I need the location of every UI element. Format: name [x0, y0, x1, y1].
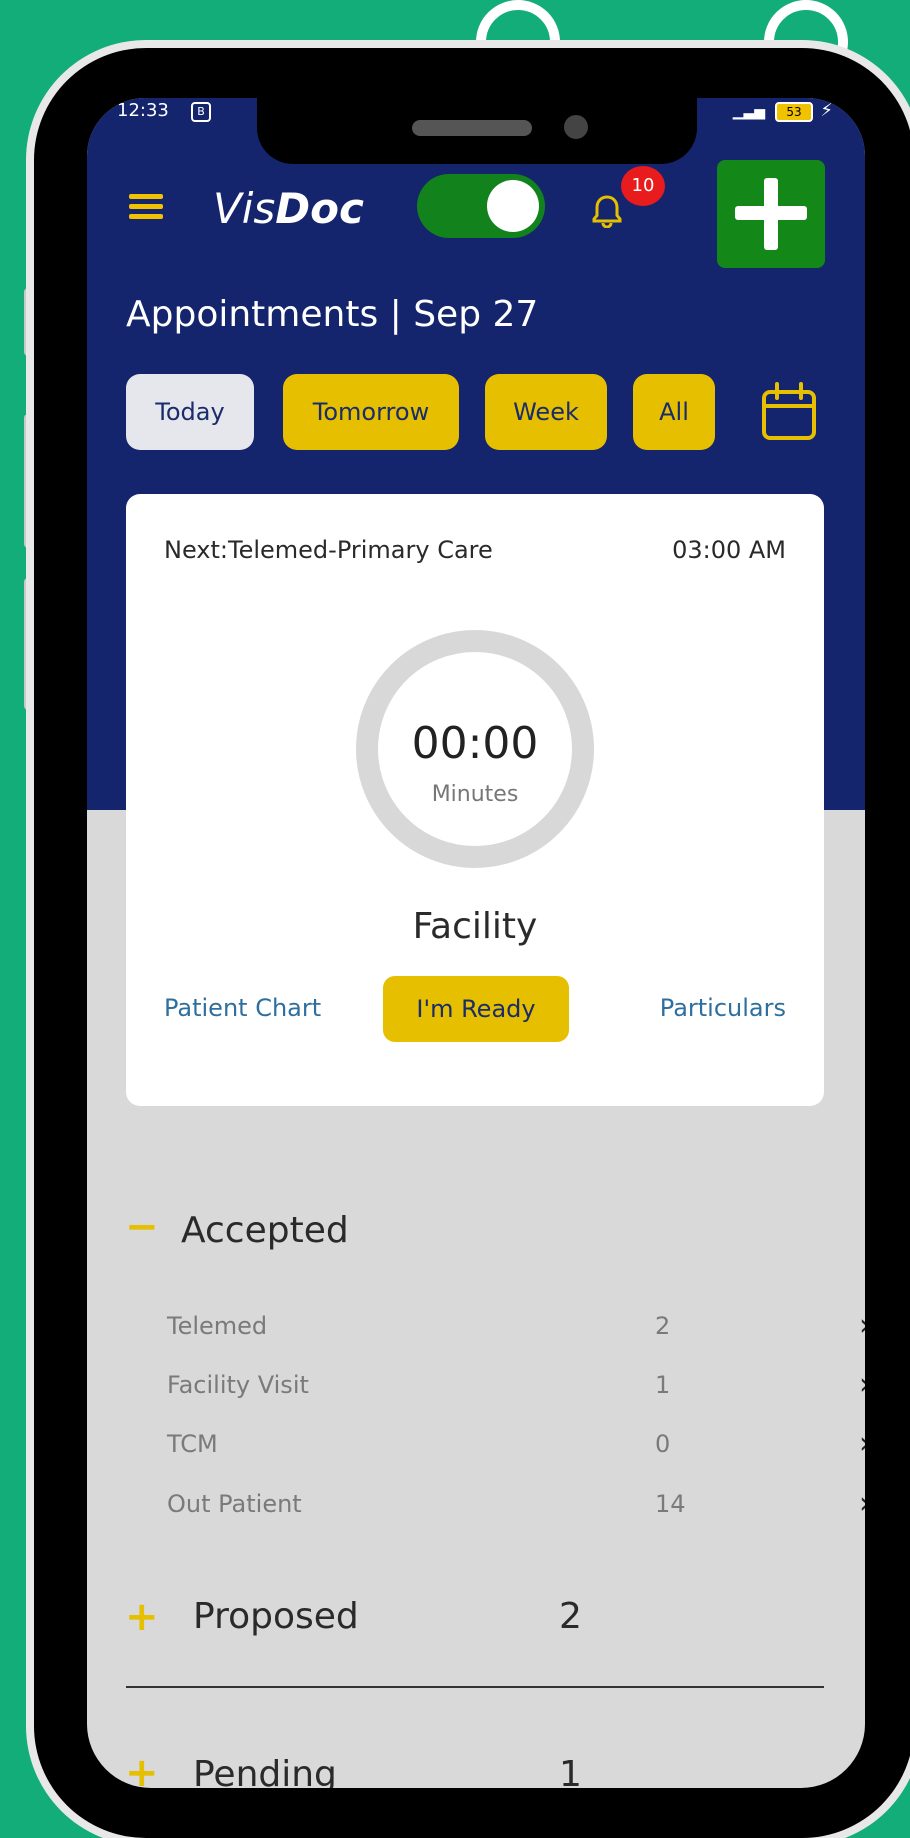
tab-today[interactable]: Today	[126, 374, 254, 450]
timer-value: 00:00	[411, 718, 539, 769]
countdown-timer: 00:00 Minutes	[356, 630, 594, 868]
calendar-icon[interactable]	[761, 382, 817, 442]
row-label: Telemed	[167, 1312, 268, 1340]
battery-icon: 53	[775, 102, 813, 122]
appointments-title: Appointments | Sep 27	[126, 294, 539, 335]
patient-chart-link[interactable]: Patient Chart	[164, 994, 321, 1022]
accepted-row-telemed[interactable]: Telemed 2 ›	[167, 1308, 865, 1352]
bell-icon[interactable]	[589, 192, 625, 229]
app-title: VisDoc	[213, 184, 364, 233]
charging-icon: ⚡	[820, 100, 833, 121]
accepted-row-tcm[interactable]: TCM 0 ›	[167, 1426, 865, 1470]
accepted-row-facility-visit[interactable]: Facility Visit 1 ›	[167, 1367, 865, 1411]
section-divider	[126, 1686, 824, 1688]
app-title-bold-part: Doc	[275, 184, 364, 233]
toggle-knob	[487, 180, 539, 232]
menu-icon[interactable]	[129, 194, 163, 219]
proposed-count: 2	[559, 1596, 582, 1637]
row-label: Out Patient	[167, 1490, 302, 1518]
particulars-link[interactable]: Particulars	[660, 994, 786, 1022]
chevron-right-icon[interactable]: ›	[859, 1486, 865, 1521]
timer-unit: Minutes	[431, 782, 519, 807]
pending-count: 1	[559, 1754, 582, 1788]
availability-toggle[interactable]	[417, 174, 545, 238]
next-appointment-card: Next:Telemed-Primary Care 03:00 AM 00:00…	[126, 494, 824, 1106]
add-appointment-button[interactable]	[717, 160, 825, 268]
next-appointment-label: Next:Telemed-Primary Care	[164, 536, 493, 564]
row-count: 2	[655, 1312, 671, 1340]
phone-notch	[257, 98, 697, 164]
tab-all[interactable]: All	[633, 374, 715, 450]
status-time: 12:33	[117, 100, 169, 121]
row-count: 14	[655, 1490, 686, 1518]
app-title-part: Vis	[213, 184, 276, 233]
front-camera	[564, 115, 588, 139]
proposed-expand-toggle[interactable]: +	[125, 1594, 159, 1640]
proposed-section-title[interactable]: Proposed	[193, 1596, 359, 1637]
chevron-right-icon[interactable]: ›	[859, 1308, 865, 1343]
signal-icon: ▁▃▅	[732, 104, 765, 120]
speaker-grille	[412, 120, 532, 136]
notification-badge: 10	[621, 166, 665, 206]
row-label: TCM	[167, 1430, 218, 1458]
next-appointment-time: 03:00 AM	[672, 536, 786, 564]
accepted-collapse-toggle[interactable]: −	[125, 1204, 159, 1250]
pending-section-title[interactable]: Pending	[193, 1754, 337, 1788]
row-count: 1	[655, 1371, 671, 1399]
accepted-section-title[interactable]: Accepted	[181, 1210, 349, 1251]
appointment-location: Facility	[412, 906, 538, 947]
pending-expand-toggle[interactable]: +	[125, 1750, 159, 1788]
im-ready-button[interactable]: I'm Ready	[383, 976, 569, 1042]
status-indicator: B	[191, 102, 211, 122]
tab-week[interactable]: Week	[485, 374, 607, 450]
chevron-right-icon[interactable]: ›	[859, 1426, 865, 1461]
app-screen: 12:33 B ▁▃▅ 53 ⚡ VisDoc 10 Appointments …	[87, 98, 865, 1788]
row-count: 0	[655, 1430, 671, 1458]
accepted-row-out-patient[interactable]: Out Patient 14 ›	[167, 1486, 865, 1530]
tab-tomorrow[interactable]: Tomorrow	[283, 374, 459, 450]
chevron-right-icon[interactable]: ›	[859, 1367, 865, 1402]
row-label: Facility Visit	[167, 1371, 309, 1399]
